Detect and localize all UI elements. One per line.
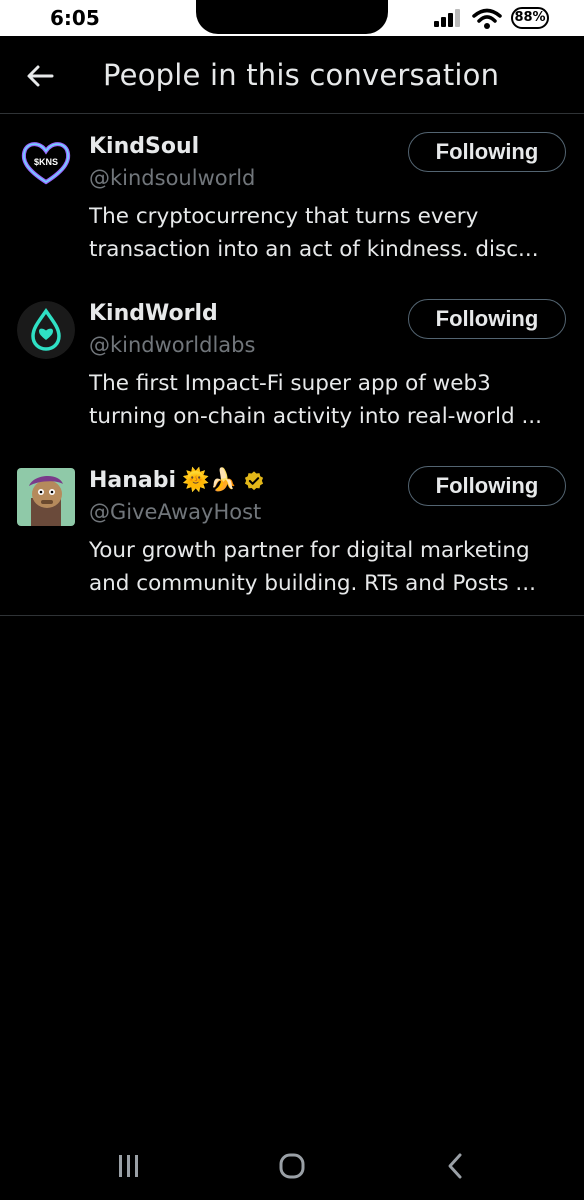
list-item[interactable]: KindWorld @kindworldlabs Following The f… <box>0 281 584 448</box>
display-name: KindWorld <box>89 301 218 326</box>
header: People in this conversation <box>0 36 584 114</box>
back-icon[interactable] <box>438 1152 474 1180</box>
display-name: Hanabi 🌞🍌 <box>89 468 265 493</box>
avatar[interactable]: $KNS <box>17 134 75 192</box>
user-name: KindSoul <box>89 134 200 159</box>
list-item[interactable]: Hanabi 🌞🍌 @GiveAwayHost Following Your g… <box>0 448 584 615</box>
arrow-left-icon[interactable] <box>24 60 56 92</box>
user-handle: @GiveAwayHost <box>89 500 262 524</box>
people-list: $KNS KindSoul @kindsoulworld Following T… <box>0 114 584 616</box>
name-emojis: 🌞🍌 <box>182 467 237 493</box>
recent-apps-icon[interactable] <box>110 1152 146 1180</box>
camera-notch <box>196 0 388 34</box>
home-icon[interactable] <box>274 1152 310 1180</box>
status-time: 6:05 <box>50 6 100 30</box>
avatar-label: $KNS <box>34 157 58 167</box>
avatar[interactable] <box>17 468 75 526</box>
user-bio: The cryptocurrency that turns every tran… <box>89 204 539 262</box>
user-name: Hanabi <box>89 468 177 493</box>
page-title: People in this conversation <box>103 58 500 92</box>
verified-badge-icon <box>244 470 263 490</box>
following-button[interactable]: Following <box>408 299 566 339</box>
user-handle: @kindsoulworld <box>89 166 256 190</box>
following-button[interactable]: Following <box>408 466 566 506</box>
list-item[interactable]: $KNS KindSoul @kindsoulworld Following T… <box>0 114 584 281</box>
display-name: KindSoul <box>89 134 199 159</box>
user-name: KindWorld <box>89 301 218 326</box>
user-bio: The first Impact-Fi super app of web3 tu… <box>89 371 542 429</box>
signal-icon <box>434 9 464 27</box>
battery-icon: 88% <box>511 7 549 29</box>
following-button[interactable]: Following <box>408 132 566 172</box>
navigation-bar <box>0 1128 584 1200</box>
user-handle: @kindworldlabs <box>89 333 256 357</box>
wifi-icon <box>472 8 502 29</box>
user-bio: Your growth partner for digital marketin… <box>89 538 536 596</box>
avatar[interactable] <box>17 301 75 359</box>
status-bar: 6:05 88% <box>0 0 584 36</box>
